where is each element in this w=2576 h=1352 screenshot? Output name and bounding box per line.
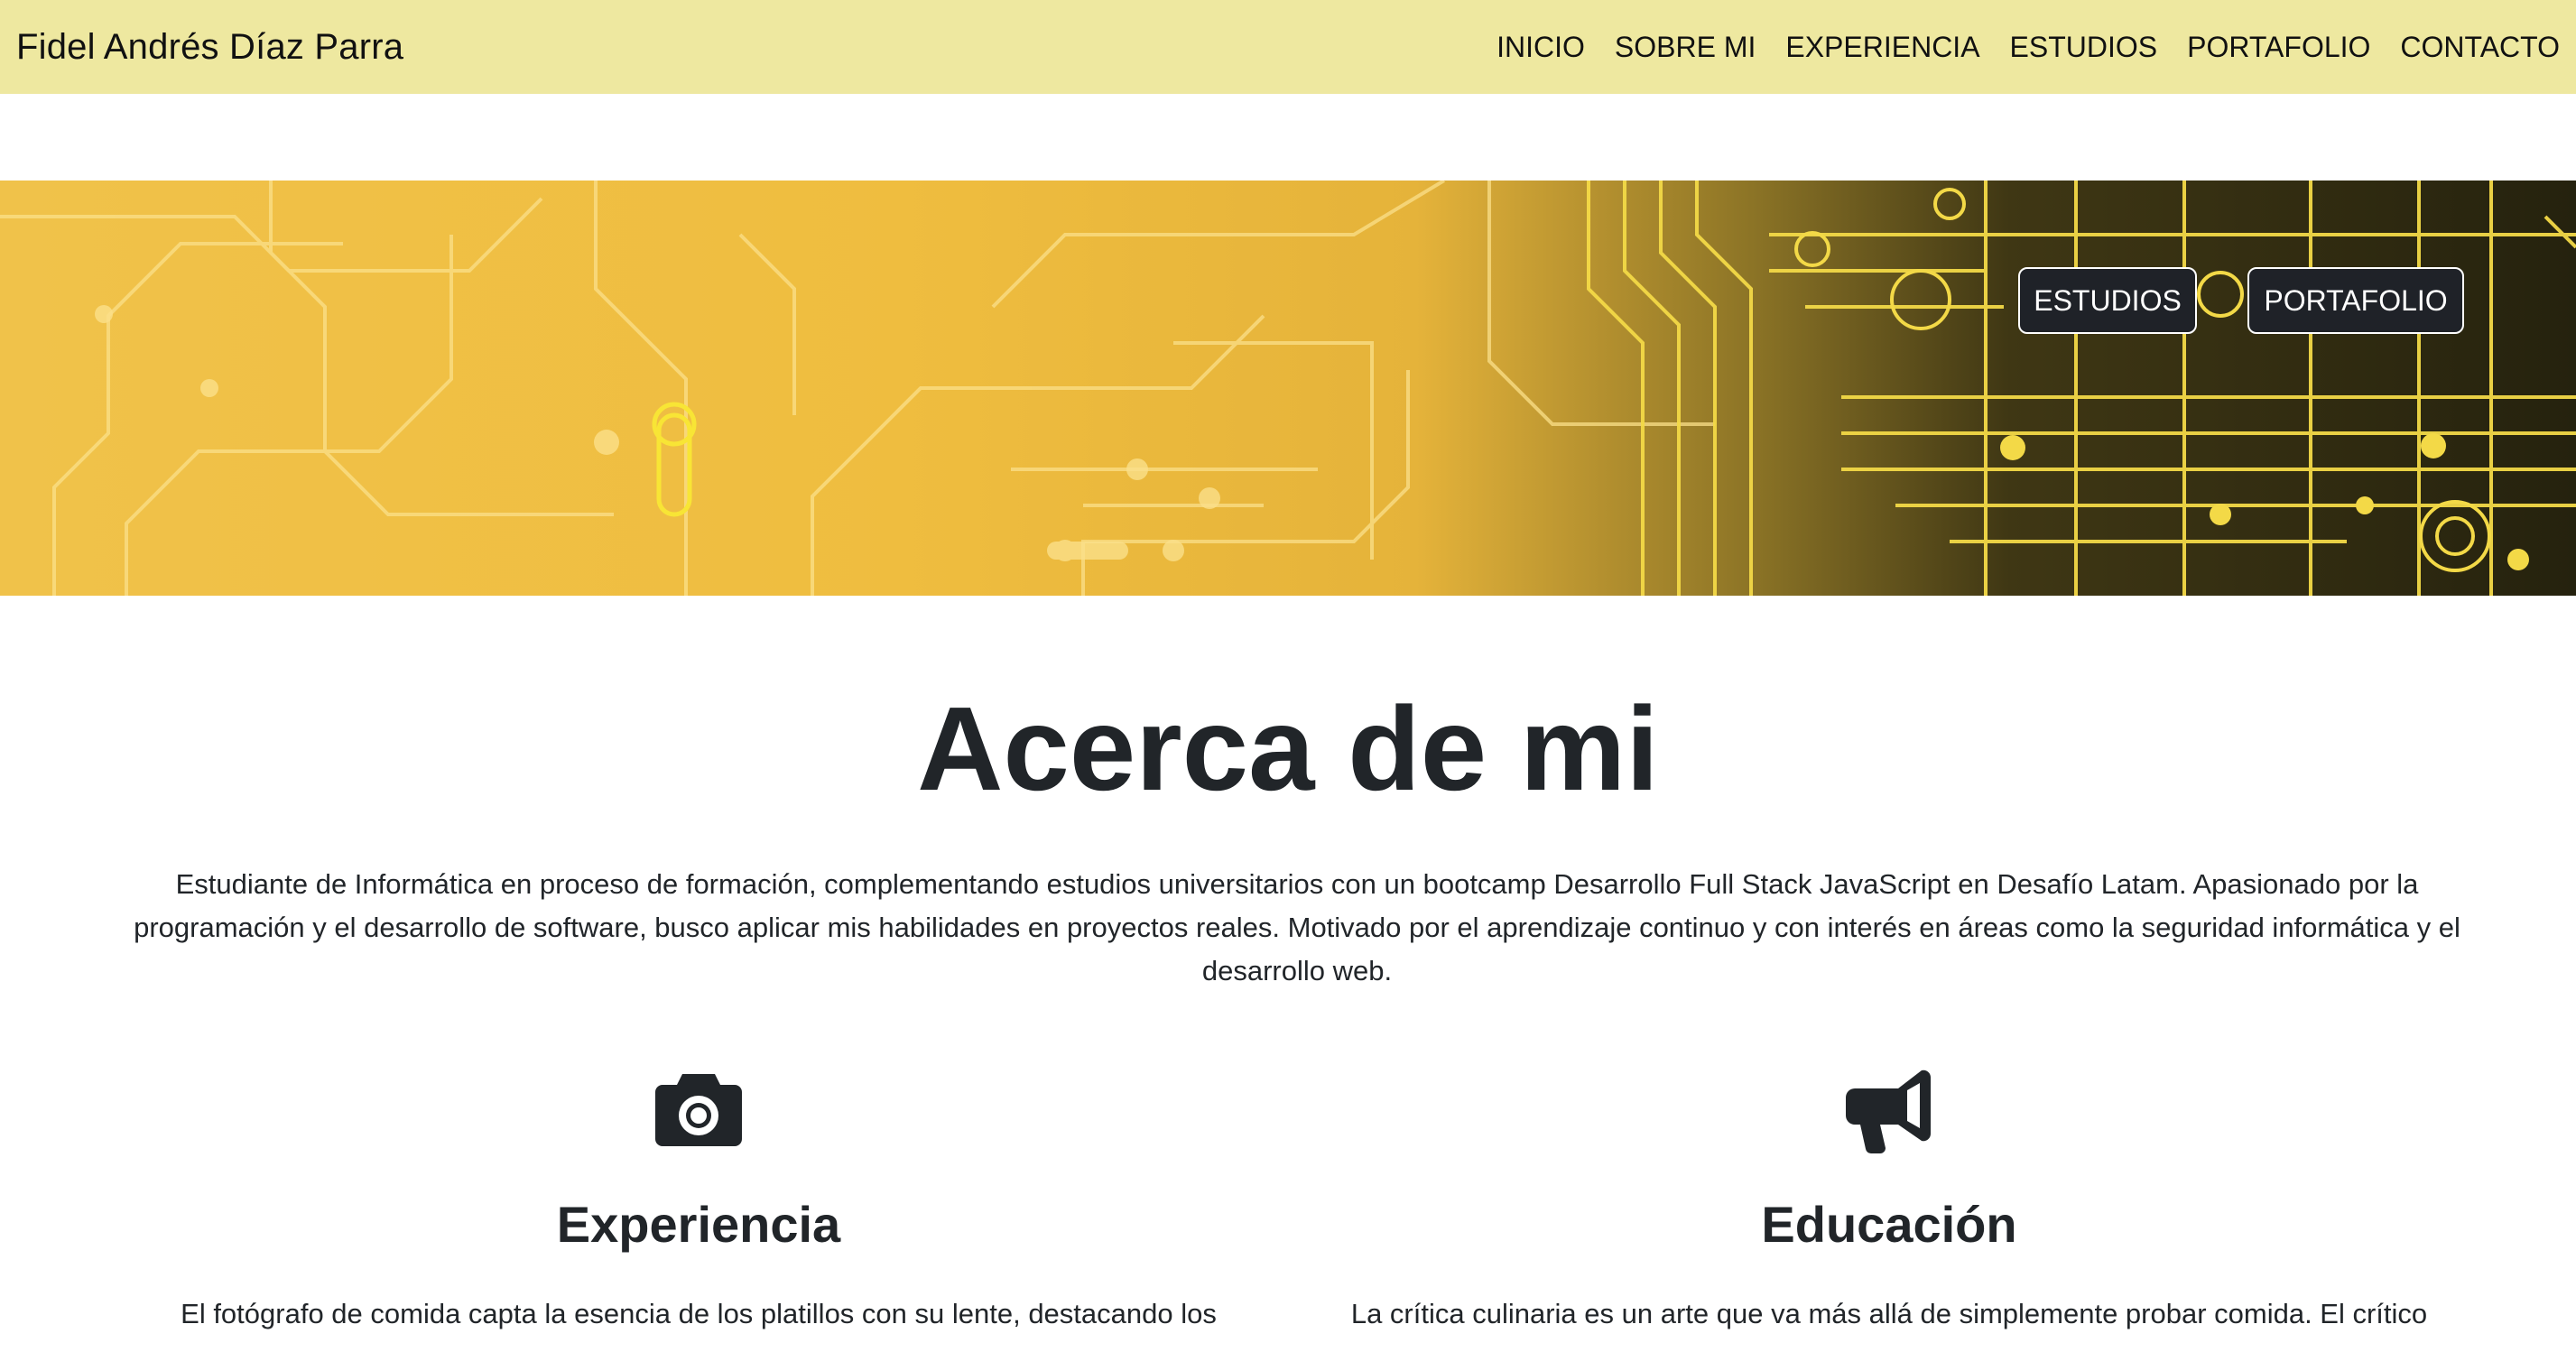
megaphone-icon — [1846, 1070, 1932, 1154]
nav-link-sobre-mi[interactable]: SOBRE MI — [1615, 31, 1756, 64]
brand-name[interactable]: Fidel Andrés Díaz Parra — [16, 27, 403, 68]
feature-experiencia: Experiencia El fotógrafo de comida capta… — [112, 1065, 1285, 1336]
nav-link-experiencia[interactable]: EXPERIENCIA — [1785, 31, 1979, 64]
circuit-board-banner — [0, 181, 2576, 596]
feature-title-educacion: Educación — [1761, 1196, 2017, 1253]
nav-link-estudios[interactable]: ESTUDIOS — [2010, 31, 2158, 64]
about-text: Estudiante de Informática en proceso de … — [134, 868, 2460, 986]
feature-title-experiencia: Experiencia — [556, 1196, 841, 1253]
nav-link-inicio[interactable]: INICIO — [1496, 31, 1585, 64]
hero-portafolio-button[interactable]: PORTAFOLIO — [2247, 267, 2464, 334]
camera-icon — [655, 1074, 742, 1146]
feature-text-educacion: La crítica culinaria es un arte que va m… — [1350, 1298, 2428, 1329]
nav-link-portafolio[interactable]: PORTAFOLIO — [2187, 31, 2370, 64]
hero-banner: ESTUDIOS PORTAFOLIO — [0, 181, 2576, 596]
nav-links: INICIO SOBRE MI EXPERIENCIA ESTUDIOS POR… — [1496, 31, 2560, 64]
top-navbar: Fidel Andrés Díaz Parra INICIO SOBRE MI … — [0, 0, 2576, 94]
feature-text-experiencia: El fotógrafo de comida capta la esencia … — [181, 1298, 1217, 1329]
hero-estudios-button[interactable]: ESTUDIOS — [2018, 267, 2197, 334]
feature-educacion: Educación La crítica culinaria es un art… — [1302, 1065, 2476, 1336]
nav-link-contacto[interactable]: CONTACTO — [2400, 31, 2560, 64]
about-title: Acerca de mi — [917, 682, 1659, 815]
